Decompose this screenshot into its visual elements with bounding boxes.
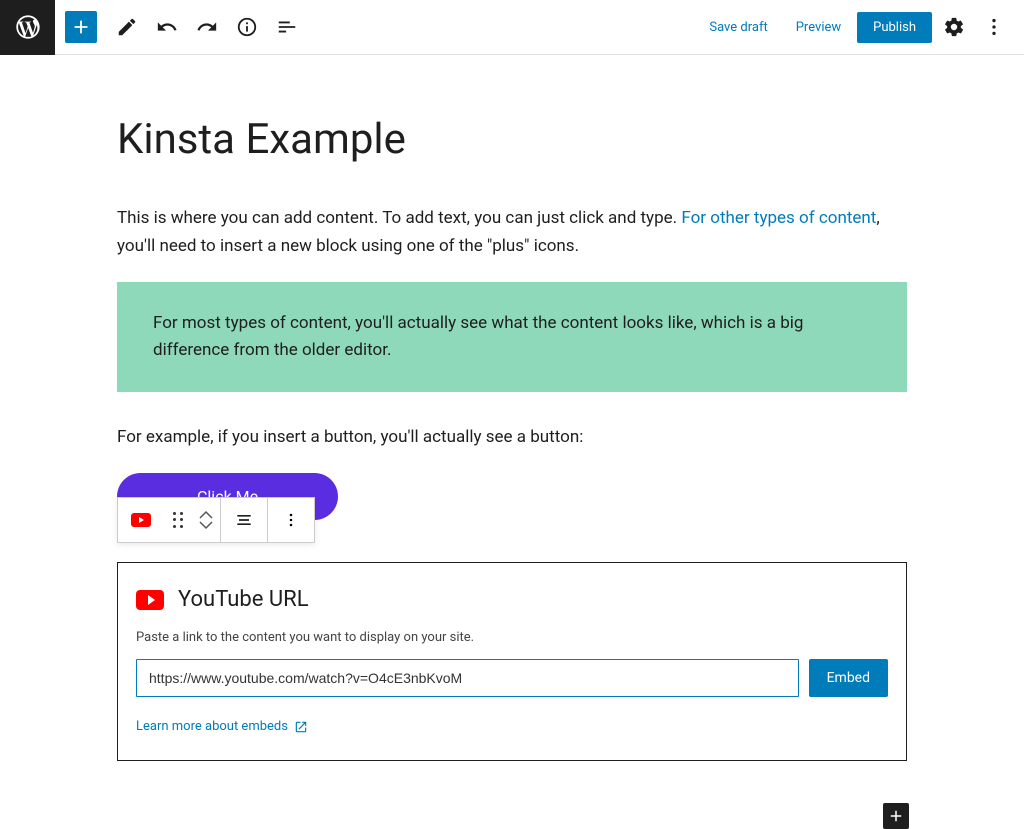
toolbar-right-group: Save draft Preview Publish [697, 9, 1012, 45]
block-move-buttons[interactable] [192, 498, 220, 542]
editor-top-toolbar: Save draft Preview Publish [0, 0, 1024, 55]
youtube-icon [131, 513, 151, 527]
kebab-icon [983, 16, 1005, 38]
block-more-options-button[interactable] [268, 498, 314, 542]
highlight-box-block[interactable]: For most types of content, you'll actual… [117, 282, 907, 392]
external-link-icon [294, 720, 308, 734]
align-icon [234, 510, 254, 530]
embed-learn-more-text: Learn more about embeds [136, 719, 288, 734]
plus-icon [887, 807, 905, 825]
wordpress-logo-button[interactable] [0, 0, 55, 55]
post-title[interactable]: Kinsta Example [117, 115, 907, 165]
preview-button[interactable]: Preview [784, 12, 853, 43]
add-block-button[interactable] [65, 11, 97, 43]
content-inline-link[interactable]: For other types of content [681, 208, 876, 228]
toolbar-left-group [55, 9, 305, 45]
info-icon [236, 16, 258, 38]
highlight-text: For most types of content, you'll actual… [153, 310, 871, 364]
button-block-wrapper: Click Me [117, 473, 907, 520]
kebab-icon [281, 510, 301, 530]
block-drag-handle[interactable] [164, 498, 192, 542]
tools-button[interactable] [109, 9, 145, 45]
chevron-up-icon [199, 510, 213, 520]
embed-submit-button[interactable]: Embed [809, 659, 888, 697]
chevron-down-icon [199, 520, 213, 530]
gear-icon [943, 16, 965, 38]
undo-button[interactable] [149, 9, 185, 45]
embed-block-header: YouTube URL [136, 587, 888, 612]
pencil-icon [116, 16, 138, 38]
wordpress-icon [14, 13, 42, 41]
editor-canvas: Kinsta Example This is where you can add… [117, 55, 907, 801]
youtube-embed-block[interactable]: YouTube URL Paste a link to the content … [117, 562, 907, 761]
add-block-inline-button[interactable] [883, 803, 909, 829]
block-toolbar [117, 497, 315, 543]
redo-button[interactable] [189, 9, 225, 45]
paragraph-text: This is where you can add content. To ad… [117, 208, 681, 228]
document-outline-button[interactable] [269, 9, 305, 45]
details-button[interactable] [229, 9, 265, 45]
settings-button[interactable] [936, 9, 972, 45]
save-draft-button[interactable]: Save draft [697, 12, 779, 43]
plus-icon [70, 16, 92, 38]
embed-block-description: Paste a link to the content you want to … [136, 630, 888, 645]
block-align-button[interactable] [221, 498, 267, 542]
redo-icon [196, 16, 218, 38]
paragraph-block-2[interactable]: For example, if you insert a button, you… [117, 424, 907, 451]
embed-url-input[interactable] [136, 659, 799, 697]
drag-handle-icon [171, 510, 185, 530]
undo-icon [156, 16, 178, 38]
embed-block-title: YouTube URL [178, 587, 309, 612]
paragraph-block-1[interactable]: This is where you can add content. To ad… [117, 205, 907, 259]
options-button[interactable] [976, 9, 1012, 45]
list-view-icon [276, 16, 298, 38]
embed-learn-more-link[interactable]: Learn more about embeds [136, 719, 308, 734]
block-type-button[interactable] [118, 498, 164, 542]
youtube-icon [136, 590, 164, 610]
publish-button[interactable]: Publish [857, 12, 932, 43]
